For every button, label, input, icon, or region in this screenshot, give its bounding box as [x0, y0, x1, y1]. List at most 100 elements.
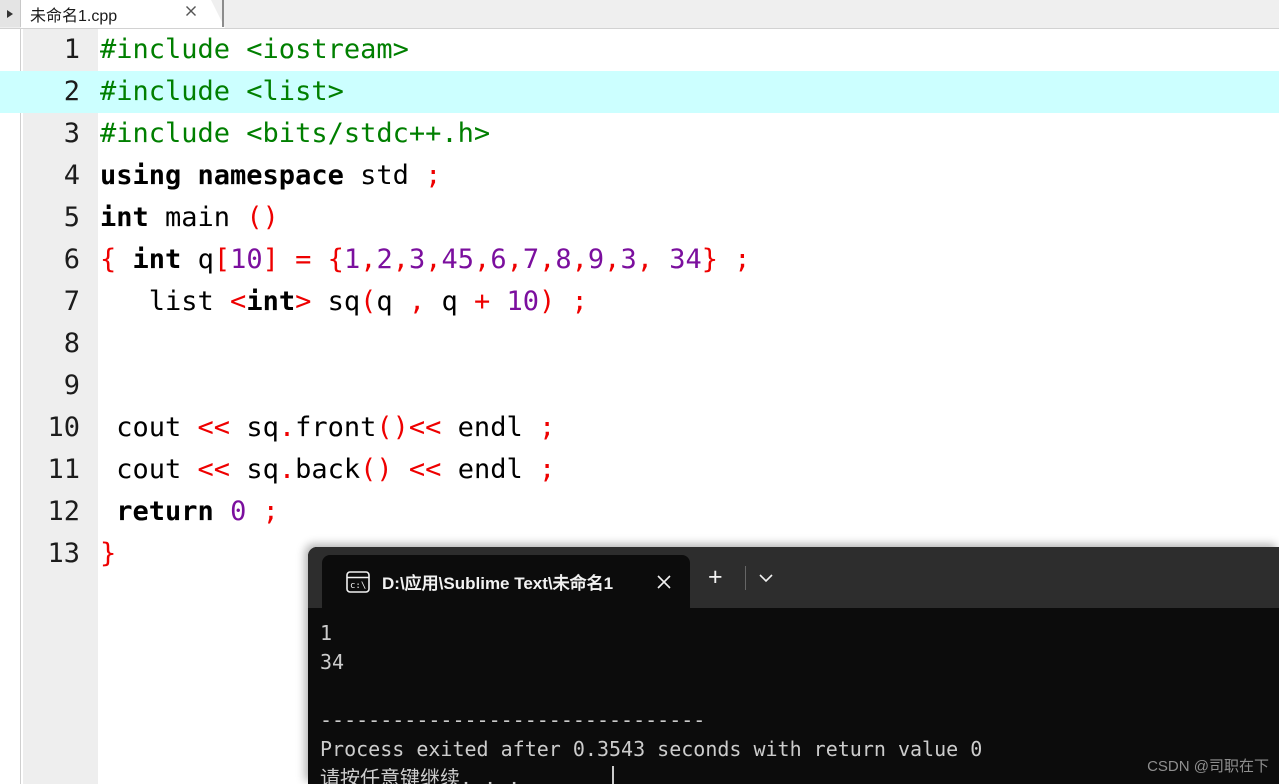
- code-line[interactable]: 2 #include <list>: [0, 71, 1279, 113]
- code-token: ,: [506, 244, 523, 275]
- code-token: ,: [604, 244, 621, 275]
- code-token: {: [100, 244, 117, 275]
- code-token: 10: [230, 244, 263, 275]
- code-line[interactable]: 9: [0, 365, 1279, 407]
- terminal-tab[interactable]: c:\ D:\应用\Sublime Text\未命名1: [322, 555, 690, 608]
- terminal-window[interactable]: c:\ D:\应用\Sublime Text\未命名1 + 1 34 -------…: [308, 547, 1279, 784]
- code-line[interactable]: 10 cout << sq.front()<< endl ;: [0, 407, 1279, 449]
- code-token: sq: [230, 454, 279, 485]
- close-icon[interactable]: [654, 572, 674, 592]
- editor-tab-file[interactable]: 未命名1.cpp: [21, 0, 225, 28]
- code-token: ;: [734, 244, 751, 275]
- terminal-output-line: --------------------------------: [320, 708, 706, 732]
- code-token: (: [360, 286, 377, 317]
- code-line[interactable]: 3 #include <bits/stdc++.h>: [0, 113, 1279, 155]
- code-token: int: [100, 202, 149, 233]
- code-token: ,: [408, 286, 426, 317]
- code-line-text: #include <list>: [100, 71, 344, 113]
- code-line[interactable]: 5 int main (): [0, 197, 1279, 239]
- terminal-output-line: 34: [320, 650, 345, 674]
- code-line-text: #include <iostream>: [100, 29, 409, 71]
- code-token: ]: [262, 244, 279, 275]
- code-line[interactable]: 8: [0, 323, 1279, 365]
- code-line[interactable]: 11 cout << sq.back() << endl ;: [0, 449, 1279, 491]
- code-token: #include <iostream>: [100, 34, 409, 65]
- code-token: [: [213, 244, 231, 275]
- code-token: ,: [636, 244, 653, 275]
- code-line[interactable]: 12 return 0 ;: [0, 491, 1279, 533]
- code-token: <: [230, 286, 247, 317]
- code-token: 2: [376, 244, 393, 275]
- csdn-watermark: CSDN @司职在下: [1147, 758, 1269, 775]
- code-token: back: [295, 454, 361, 485]
- code-line[interactable]: 6{ int q[10] = {1,2,3,45,6,7,8,9,3, 34} …: [0, 239, 1279, 281]
- terminal-titlebar[interactable]: c:\ D:\应用\Sublime Text\未命名1 +: [308, 547, 1279, 608]
- new-tab-plus-icon[interactable]: +: [708, 565, 723, 590]
- terminal-output-line: 请按任意键继续. . .: [320, 764, 1279, 784]
- code-token: 45: [441, 244, 475, 275]
- terminal-cursor: [612, 766, 614, 784]
- line-number: 1: [63, 34, 80, 65]
- code-token: }: [701, 244, 719, 275]
- code-token: 34: [669, 244, 702, 275]
- code-token: 10: [506, 286, 540, 317]
- code-token: main: [148, 202, 247, 233]
- code-token: ): [539, 286, 556, 317]
- code-token: return: [116, 496, 214, 527]
- editor-tab-strip: 未命名1.cpp: [0, 0, 1279, 29]
- code-line-text: cout << sq.back() << endl ;: [100, 449, 555, 491]
- code-token: ,: [392, 244, 409, 275]
- close-icon[interactable]: [183, 3, 199, 19]
- terminal-output-line: 1: [320, 621, 333, 645]
- line-number: 10: [47, 412, 80, 443]
- code-token: ;: [538, 412, 556, 443]
- terminal-output-line: Process exited after 0.3543 seconds with…: [320, 737, 983, 761]
- code-token: int: [132, 244, 182, 275]
- line-number: 2: [63, 76, 80, 107]
- chevron-down-icon[interactable]: [755, 567, 777, 589]
- code-token: (): [360, 454, 393, 485]
- code-token: 6: [490, 244, 507, 275]
- code-token: (): [376, 412, 409, 443]
- terminal-output[interactable]: 1 34 -------------------------------- Proce…: [308, 608, 1279, 784]
- code-token: 3: [620, 244, 637, 275]
- code-lines-container[interactable]: 1 #include <iostream> 2 #include <list> 3 #in…: [0, 29, 1279, 575]
- code-token: 8: [555, 244, 572, 275]
- code-token: 9: [587, 244, 605, 275]
- code-token: cout: [100, 454, 198, 485]
- code-token: sq: [230, 412, 279, 443]
- code-token: 1: [343, 244, 361, 275]
- code-token: {: [327, 244, 344, 275]
- code-line-text: return 0 ;: [100, 491, 279, 533]
- line-number: 5: [63, 202, 80, 233]
- editor-tab-filename: 未命名1.cpp: [30, 8, 118, 25]
- code-token: <<: [197, 454, 231, 485]
- sidebar-expand-button[interactable]: [0, 0, 21, 27]
- code-token: sq: [311, 286, 361, 317]
- line-number: 4: [63, 160, 80, 191]
- code-token: ;: [262, 496, 279, 527]
- terminal-tab-title: D:\应用\Sublime Text\未命名1: [382, 574, 614, 593]
- code-line[interactable]: 7 list <int> sq(q , q + 10) ;: [0, 281, 1279, 323]
- code-token: front: [295, 412, 377, 443]
- code-token: list: [100, 286, 231, 317]
- code-token: <<: [408, 454, 442, 485]
- code-line[interactable]: 1 #include <iostream>: [0, 29, 1279, 71]
- code-line[interactable]: 4 using namespace std ;: [0, 155, 1279, 197]
- code-token: 3: [409, 244, 426, 275]
- line-number: 3: [63, 118, 80, 149]
- code-token: cout: [100, 412, 198, 443]
- code-line-text: #include <bits/stdc++.h>: [100, 113, 490, 155]
- line-number: 7: [63, 286, 80, 317]
- svg-text:c:\: c:\: [350, 581, 366, 591]
- code-line-text: using namespace std ;: [100, 155, 441, 197]
- play-triangle-icon: [7, 9, 13, 18]
- console-icon: c:\: [346, 571, 370, 593]
- code-token: endl: [441, 454, 539, 485]
- code-token: (): [246, 202, 279, 233]
- code-token: q: [425, 286, 474, 317]
